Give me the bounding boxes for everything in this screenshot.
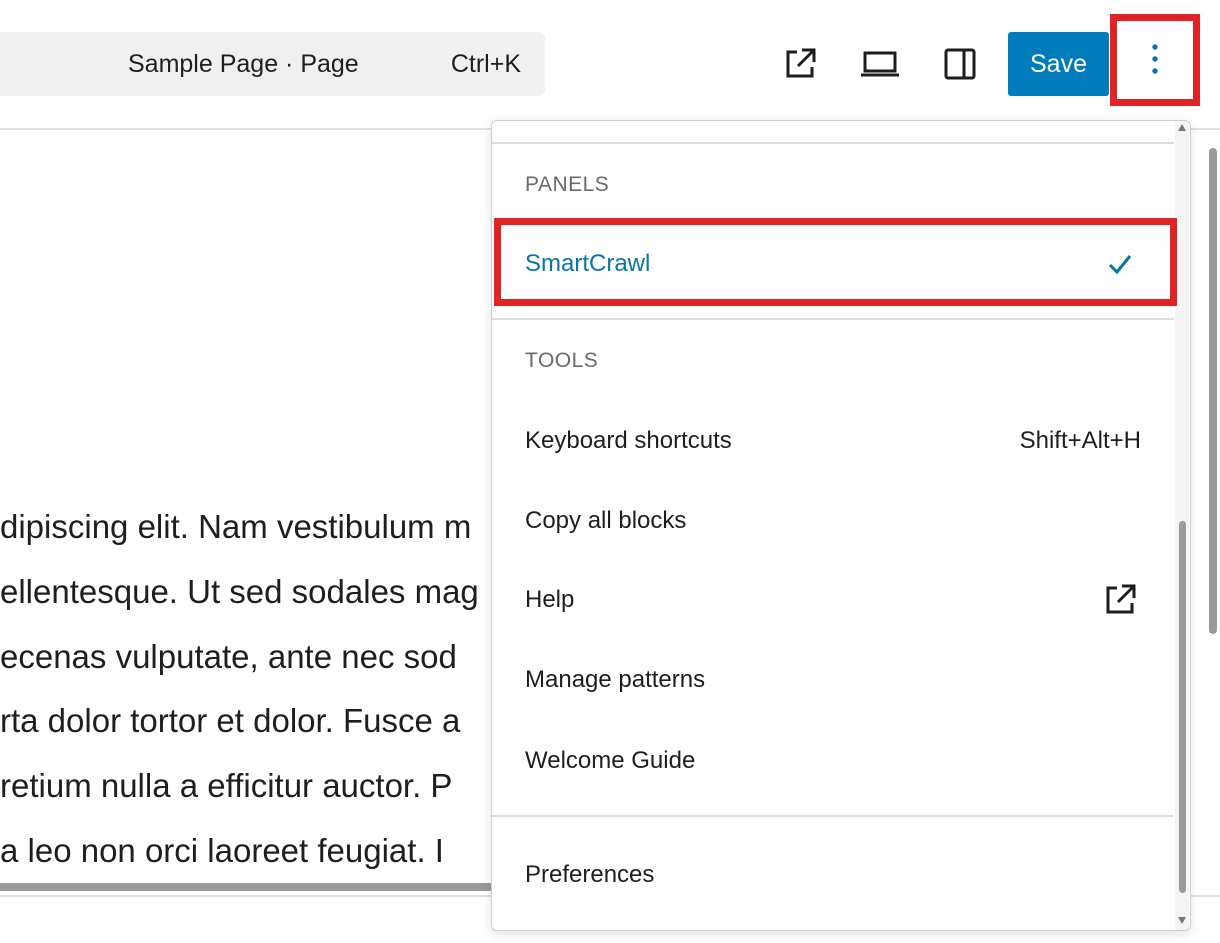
paragraph-line[interactable]: dipiscing elit. Nam vestibulum m bbox=[0, 508, 471, 546]
view-post-button[interactable] bbox=[774, 38, 826, 90]
save-button[interactable]: Save bbox=[1008, 32, 1109, 96]
options-dropdown-menu: PANELS SmartCrawl TOOLS Keyboard shortcu… bbox=[491, 120, 1191, 931]
menu-item-label: Preferences bbox=[525, 861, 655, 888]
laptop-icon bbox=[861, 51, 899, 77]
editor-header: Sample Page · Page Ctrl+K Save bbox=[0, 0, 1220, 128]
panels-section-label: PANELS bbox=[525, 173, 610, 196]
menu-item-label: Help bbox=[525, 586, 575, 613]
menu-separator bbox=[492, 815, 1174, 817]
command-shortcut: Ctrl+K bbox=[450, 50, 521, 78]
menu-item-manage-patterns[interactable]: Manage patterns bbox=[492, 648, 1174, 712]
menu-item-help[interactable]: Help bbox=[492, 568, 1174, 632]
scroll-up-arrow-icon[interactable] bbox=[1178, 124, 1186, 131]
page-vertical-scrollbar[interactable] bbox=[1209, 148, 1217, 634]
paragraph-line[interactable]: ecenas vulputate, ante nec sod bbox=[0, 638, 457, 676]
paragraph-line[interactable]: rta dolor tortor et dolor. Fusce a bbox=[0, 702, 460, 740]
menu-item-smartcrawl[interactable]: SmartCrawl bbox=[492, 232, 1174, 296]
settings-sidebar-toggle[interactable] bbox=[934, 38, 986, 90]
menu-item-label: Welcome Guide bbox=[525, 747, 696, 774]
check-icon bbox=[1108, 255, 1132, 275]
options-menu-button[interactable] bbox=[1115, 18, 1195, 100]
menu-item-preferences[interactable]: Preferences bbox=[492, 843, 1174, 907]
menu-scrollbar-thumb[interactable] bbox=[1179, 521, 1186, 893]
paragraph-line[interactable]: a leo non orci laoreet feugiat. I bbox=[0, 832, 444, 870]
canvas-horizontal-scrollbar[interactable] bbox=[0, 883, 495, 891]
device-preview-button[interactable] bbox=[854, 38, 906, 90]
menu-separator bbox=[492, 318, 1174, 320]
document-title: Sample Page · Page bbox=[128, 50, 359, 78]
menu-item-label: Manage patterns bbox=[525, 666, 706, 693]
menu-item-shortcut: Shift+Alt+H bbox=[1019, 427, 1141, 454]
paragraph-line[interactable]: ellentesque. Ut sed sodales mag bbox=[0, 573, 479, 611]
scroll-down-arrow-icon[interactable] bbox=[1178, 917, 1186, 924]
menu-item-welcome-guide[interactable]: Welcome Guide bbox=[492, 729, 1174, 793]
menu-item-label: Copy all blocks bbox=[525, 507, 687, 534]
menu-separator bbox=[492, 142, 1174, 144]
vertical-ellipsis-icon bbox=[1152, 44, 1158, 74]
menu-item-label: SmartCrawl bbox=[525, 250, 651, 277]
paragraph-line[interactable]: retium nulla a efficitur auctor. P bbox=[0, 767, 452, 805]
tools-section-label: TOOLS bbox=[525, 349, 599, 372]
menu-item-copy-all-blocks[interactable]: Copy all blocks bbox=[492, 489, 1174, 553]
command-palette-button[interactable]: Sample Page · Page Ctrl+K bbox=[0, 32, 545, 96]
sidebar-toggle-icon bbox=[944, 48, 976, 80]
menu-item-label: Keyboard shortcuts bbox=[525, 427, 732, 454]
external-link-icon bbox=[1106, 584, 1136, 614]
external-link-icon bbox=[786, 48, 816, 78]
menu-item-keyboard-shortcuts[interactable]: Keyboard shortcuts Shift+Alt+H bbox=[492, 409, 1174, 473]
